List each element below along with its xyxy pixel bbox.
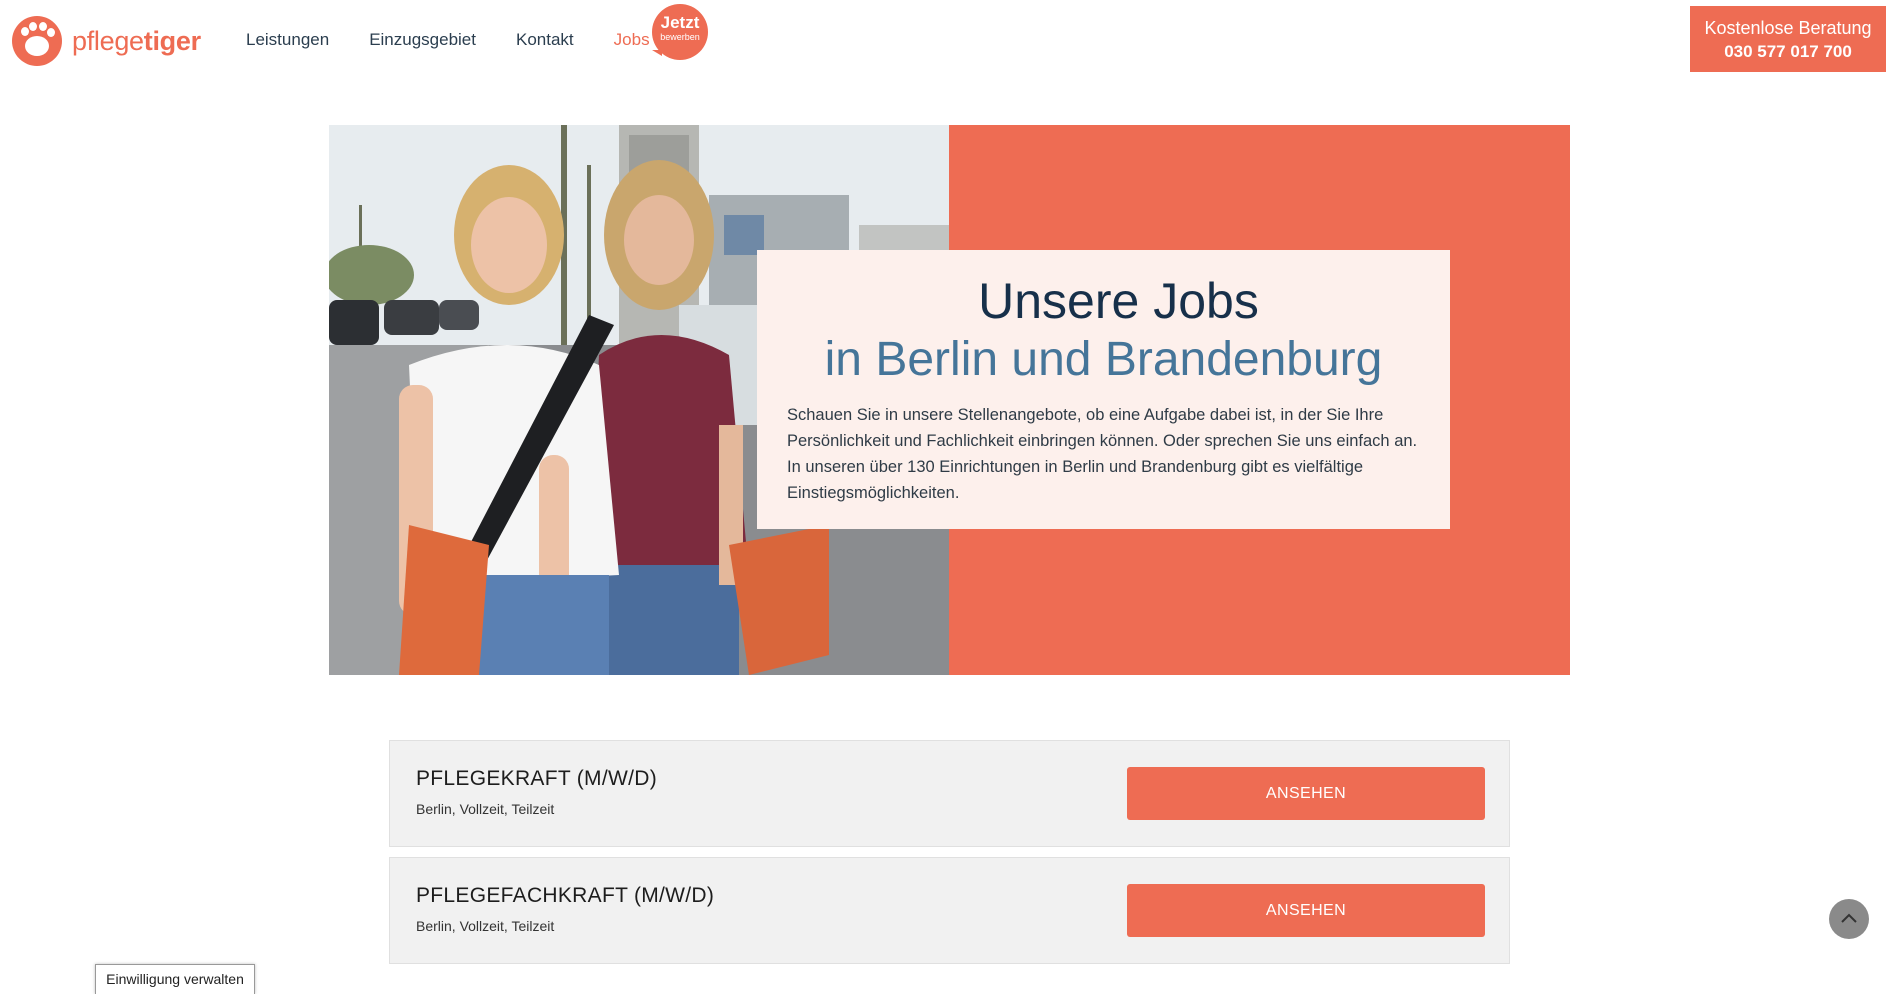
job-title: PFLEGEFACHKRAFT (M/W/D) [416, 884, 715, 907]
view-job-button[interactable]: ANSEHEN [1127, 884, 1485, 937]
nav-kontakt[interactable]: Kontakt [516, 30, 574, 50]
free-consultation-button[interactable]: Kostenlose Beratung 030 577 017 700 [1690, 6, 1886, 72]
view-job-button[interactable]: ANSEHEN [1127, 767, 1485, 820]
scroll-to-top-button[interactable] [1829, 899, 1869, 939]
cta-phone: 030 577 017 700 [1724, 42, 1852, 61]
job-card: PFLEGEFACHKRAFT (M/W/D) Berlin, Vollzeit… [389, 857, 1510, 964]
job-title: PFLEGEKRAFT (M/W/D) [416, 767, 657, 790]
apply-now-badge-small: bewerben [660, 32, 700, 42]
main-nav: Leistungen Einzugsgebiet Kontakt Jobs [246, 30, 650, 50]
site-header: pflegetiger Leistungen Einzugsgebiet Kon… [0, 0, 1899, 84]
hero-subtitle: in Berlin und Brandenburg [824, 333, 1383, 386]
apply-now-badge-big: Jetzt [660, 13, 700, 32]
job-meta: Berlin, Vollzeit, Teilzeit [416, 918, 555, 934]
nav-einzugsgebiet[interactable]: Einzugsgebiet [369, 30, 476, 50]
nav-jobs[interactable]: Jobs [614, 30, 650, 50]
consent-manage-button[interactable]: Einwilligung verwalten [95, 964, 255, 994]
hero-title: Unsere Jobs [978, 273, 1259, 329]
logo-text: pflegetiger [72, 25, 201, 56]
job-meta: Berlin, Vollzeit, Teilzeit [416, 801, 555, 817]
nav-leistungen[interactable]: Leistungen [246, 30, 329, 50]
cta-title: Kostenlose Beratung [1704, 18, 1872, 38]
paw-icon [12, 16, 62, 66]
logo[interactable]: pflegetiger [12, 16, 201, 66]
hero-section: Unsere Jobs in Berlin und Brandenburg Sc… [329, 125, 1570, 675]
job-card: PFLEGEKRAFT (M/W/D) Berlin, Vollzeit, Te… [389, 740, 1510, 847]
hero-card: Unsere Jobs in Berlin und Brandenburg Sc… [757, 250, 1450, 529]
hero-text: Schauen Sie in unsere Stellenangebote, o… [787, 406, 1418, 502]
chevron-up-icon [1841, 913, 1857, 923]
apply-now-badge[interactable]: Jetzt bewerben [652, 4, 708, 60]
